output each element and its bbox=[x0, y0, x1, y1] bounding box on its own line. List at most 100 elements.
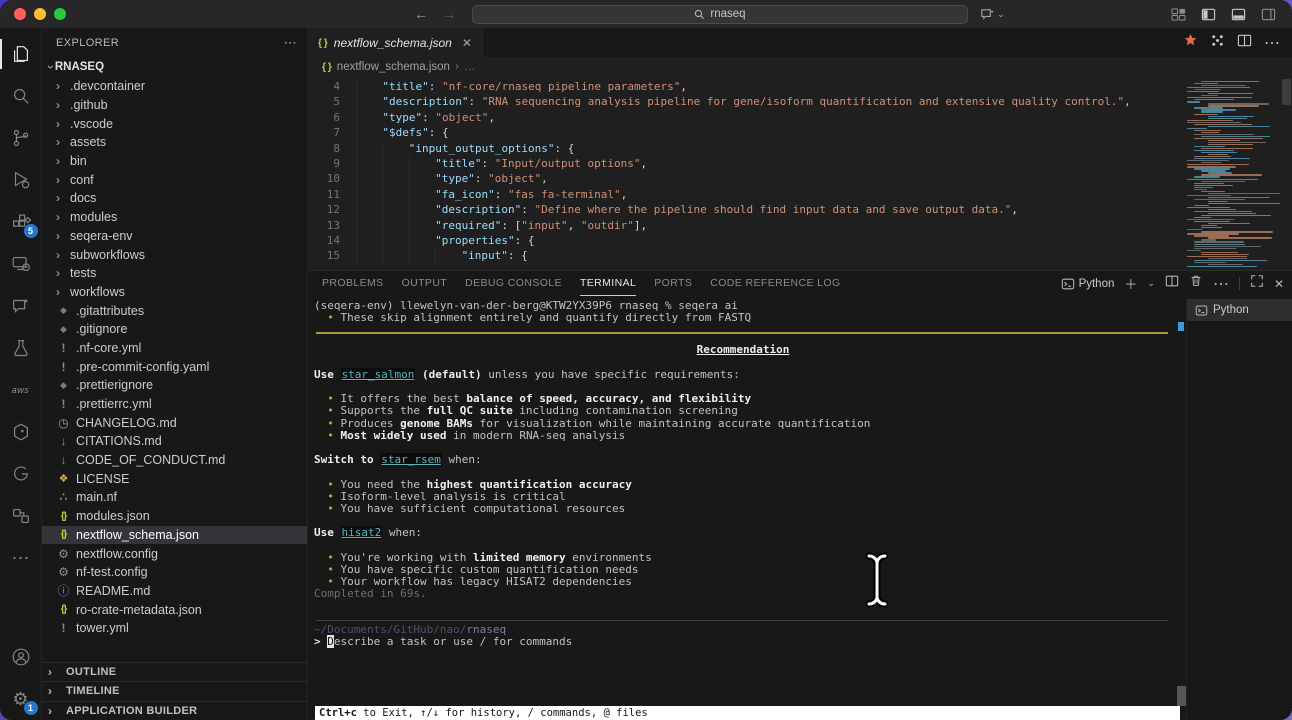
tab-nextflow-schema[interactable]: { } nextflow_schema.json ✕ bbox=[308, 29, 483, 57]
file--gitignore[interactable]: ◆.gitignore bbox=[42, 320, 307, 339]
item-label: nextflow.config bbox=[76, 547, 158, 561]
panel-tab-problems[interactable]: PROBLEMS bbox=[322, 271, 384, 296]
remote-explorer-icon[interactable] bbox=[0, 243, 42, 285]
folder-bin[interactable]: ›bin bbox=[42, 152, 307, 171]
folder-modules[interactable]: ›modules bbox=[42, 208, 307, 227]
file-nf-test-config[interactable]: ⚙nf-test.config bbox=[42, 563, 307, 582]
settings-icon[interactable]: ⚙1 bbox=[0, 678, 42, 720]
file-code-of-conduct-md[interactable]: ↓CODE_OF_CONDUCT.md bbox=[42, 451, 307, 470]
terminal-line: Use hisat2 when: bbox=[314, 527, 1172, 539]
customize-layout-icon[interactable] bbox=[1170, 6, 1186, 22]
breadcrumb[interactable]: { } nextflow_schema.json › … bbox=[308, 57, 1292, 77]
file-main-nf[interactable]: ∴main.nf bbox=[42, 488, 307, 507]
toggle-secondary-sidebar-icon[interactable] bbox=[1260, 6, 1276, 22]
code-editor[interactable]: 4"title": "nf-core/rnaseq pipeline param… bbox=[308, 77, 1292, 270]
panel-tab-debug-console[interactable]: DEBUG CONSOLE bbox=[465, 271, 562, 296]
terminal-dropdown-icon[interactable]: ⌄ bbox=[1147, 278, 1155, 289]
editor-more-actions-icon[interactable]: ⋯ bbox=[1264, 33, 1280, 53]
section-timeline[interactable]: ›TIMELINE bbox=[42, 681, 307, 701]
file-ro-crate-metadata-json[interactable]: { }ro-crate-metadata.json bbox=[42, 600, 307, 619]
file-citations-md[interactable]: ↓CITATIONS.md bbox=[42, 432, 307, 451]
terminal-line: • You have sufficient computational reso… bbox=[314, 503, 1172, 515]
history-back-icon[interactable]: ← bbox=[414, 6, 428, 22]
editor-scrollbar[interactable] bbox=[1281, 77, 1292, 270]
section-outline[interactable]: ›OUTLINE bbox=[42, 662, 307, 682]
file--prettierignore[interactable]: ◆.prettierignore bbox=[42, 376, 307, 395]
gitlens-icon[interactable] bbox=[0, 453, 42, 495]
source-control-icon[interactable] bbox=[0, 117, 42, 159]
folder-tests[interactable]: ›tests bbox=[42, 264, 307, 283]
file-tower-yml[interactable]: !tower.yml bbox=[42, 619, 307, 638]
explorer-icon[interactable] bbox=[0, 33, 42, 75]
panel-more-actions-icon[interactable]: ⋯ bbox=[1213, 274, 1229, 294]
toggle-primary-sidebar-icon[interactable] bbox=[1200, 6, 1216, 22]
account-icon[interactable] bbox=[0, 636, 42, 678]
toggle-panel-icon[interactable] bbox=[1230, 6, 1246, 22]
panel-tab-output[interactable]: OUTPUT bbox=[402, 271, 448, 296]
explorer-more-actions-icon[interactable]: ⋯ bbox=[284, 35, 297, 51]
project-root-folder[interactable]: › RNASEQ bbox=[42, 57, 307, 77]
command-center-search[interactable]: rnaseq bbox=[472, 5, 968, 24]
bullet-icon: • bbox=[314, 490, 341, 503]
file--pre-commit-config-yaml[interactable]: !.pre-commit-config.yaml bbox=[42, 357, 307, 376]
extension-run-icon[interactable] bbox=[1183, 33, 1198, 53]
terminal-scrollbar[interactable] bbox=[1177, 686, 1186, 706]
file-tree: ›.devcontainer›.github›.vscode›assets›bi… bbox=[42, 77, 307, 662]
chevron-right-icon: › bbox=[56, 154, 70, 168]
maximize-panel-icon[interactable] bbox=[1250, 274, 1264, 293]
zoom-window-button[interactable] bbox=[54, 8, 66, 20]
file--prettierrc-yml[interactable]: !.prettierrc.yml bbox=[42, 395, 307, 414]
folder--vscode[interactable]: ›.vscode bbox=[42, 114, 307, 133]
section-application-builder[interactable]: ›APPLICATION BUILDER bbox=[42, 701, 307, 720]
folder-assets[interactable]: ›assets bbox=[42, 133, 307, 152]
extensions-icon[interactable]: 5 bbox=[0, 201, 42, 243]
shell-selector[interactable]: Python bbox=[1061, 277, 1115, 291]
panel-tab-terminal[interactable]: TERMINAL bbox=[580, 271, 636, 296]
folder-workflows[interactable]: ›workflows bbox=[42, 283, 307, 302]
new-terminal-icon[interactable]: ＋ bbox=[1124, 274, 1137, 293]
panel-tab-ports[interactable]: PORTS bbox=[654, 271, 692, 296]
item-label: .gitattributes bbox=[76, 304, 144, 318]
close-window-button[interactable] bbox=[14, 8, 26, 20]
bullet-icon: • bbox=[314, 478, 341, 491]
file--nf-core-yml[interactable]: !.nf-core.yml bbox=[42, 339, 307, 358]
folder--github[interactable]: ›.github bbox=[42, 96, 307, 115]
file-nextflow-config[interactable]: ⚙nextflow.config bbox=[42, 544, 307, 563]
split-editor-icon[interactable] bbox=[1237, 33, 1252, 53]
file--gitattributes[interactable]: ◆.gitattributes bbox=[42, 301, 307, 320]
file-modules-json[interactable]: { }modules.json bbox=[42, 507, 307, 526]
search-icon[interactable] bbox=[0, 75, 42, 117]
vscode-window: ← → rnaseq ⌄ 5aws⋯⚙1 EXPLORER ⋯ › bbox=[0, 0, 1292, 720]
md-file-icon: ↓ bbox=[56, 453, 71, 467]
tab-close-icon[interactable]: ✕ bbox=[462, 36, 472, 50]
panel-tab-code-reference-log[interactable]: CODE REFERENCE LOG bbox=[710, 271, 840, 296]
split-terminal-icon[interactable] bbox=[1165, 274, 1179, 293]
file-nextflow-schema-json[interactable]: { }nextflow_schema.json bbox=[42, 526, 307, 545]
more-views-icon[interactable]: ⋯ bbox=[0, 537, 42, 579]
schema-tools-icon[interactable] bbox=[1210, 33, 1225, 53]
prompt-input[interactable]: > Describe a task or use / for commands bbox=[314, 636, 1172, 648]
folder-docs[interactable]: ›docs bbox=[42, 189, 307, 208]
chat-icon[interactable] bbox=[0, 285, 42, 327]
terminal[interactable]: (seqera-env) llewelyn-van-der-berg@KTW2Y… bbox=[308, 296, 1186, 720]
file-changelog-md[interactable]: ◷CHANGELOG.md bbox=[42, 413, 307, 432]
chat-layout-button[interactable]: ⌄ bbox=[980, 7, 1005, 22]
history-forward-icon[interactable]: → bbox=[442, 6, 456, 22]
chevron-right-icon: › bbox=[56, 117, 70, 131]
file-license[interactable]: ❖LICENSE bbox=[42, 469, 307, 488]
folder--devcontainer[interactable]: ›.devcontainer bbox=[42, 77, 307, 96]
folder-subworkflows[interactable]: ›subworkflows bbox=[42, 245, 307, 264]
aws-icon[interactable]: aws bbox=[0, 369, 42, 411]
minimize-window-button[interactable] bbox=[34, 8, 46, 20]
folder-seqera-env[interactable]: ›seqera-env bbox=[42, 227, 307, 246]
terminal-tab-python[interactable]: Python bbox=[1187, 299, 1292, 321]
hexagon-tool-icon[interactable] bbox=[0, 411, 42, 453]
kill-terminal-icon[interactable] bbox=[1189, 274, 1203, 293]
minimap[interactable] bbox=[1183, 77, 1281, 270]
testing-icon[interactable] bbox=[0, 327, 42, 369]
close-panel-icon[interactable]: ✕ bbox=[1274, 277, 1284, 291]
file-readme-md[interactable]: ⓘREADME.md bbox=[42, 582, 307, 601]
folder-conf[interactable]: ›conf bbox=[42, 170, 307, 189]
connections-icon[interactable] bbox=[0, 495, 42, 537]
run-debug-icon[interactable] bbox=[0, 159, 42, 201]
